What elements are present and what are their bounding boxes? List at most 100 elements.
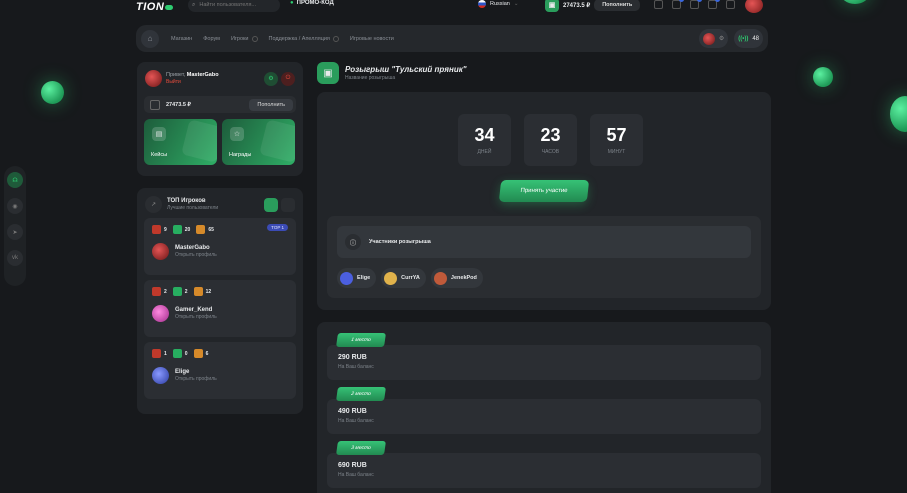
player-card[interactable]: 1 0 6 Elige Открыть профиль xyxy=(144,342,296,399)
online-count: 48 xyxy=(752,35,759,42)
stat-orange-icon xyxy=(196,225,206,234)
wallet-icon xyxy=(150,99,160,110)
player-card[interactable]: 9 20 65 TOP 1 MasterGabo Открыть профиль xyxy=(144,218,296,275)
case-art xyxy=(181,119,217,163)
mail-icon[interactable] xyxy=(726,0,735,9)
top-bar: TION ⌕ ● ПРОМО-КОД Russian ⌄ ▣ 27473.5 ₽… xyxy=(0,0,907,16)
profile-topup-button[interactable]: Пополнить xyxy=(249,98,293,111)
countdown-timer: 34 ДНЕЙ 23 ЧАСОВ 57 МИНУТ xyxy=(458,114,643,166)
stat-green-icon xyxy=(172,287,182,296)
prize-row: 690 RUB На Ваш баланс xyxy=(327,453,761,488)
decor-orb xyxy=(813,67,833,87)
logo[interactable]: TION xyxy=(136,1,174,13)
cart-icon[interactable] xyxy=(690,0,702,9)
participants-panel: ⓘ Участники розыгрыша Elige CurrYA Jenek… xyxy=(327,216,761,298)
logout-link[interactable]: Выйти xyxy=(166,79,219,85)
discord-icon[interactable]: ◉ xyxy=(7,198,23,214)
profile-balance-row: 27473.5 ₽ Пополнить xyxy=(144,96,296,113)
giveaway-header: ▣ Розыгрыш "Тульский пряник" Название ро… xyxy=(317,62,467,84)
participant-chip[interactable]: CurrYA xyxy=(381,268,426,288)
prize-note: На Ваш баланс xyxy=(338,364,374,370)
prize-note: На Ваш баланс xyxy=(338,418,374,424)
exit-icon[interactable]: ⏻ xyxy=(281,71,295,86)
stat-red-icon xyxy=(152,287,161,296)
profile-balance: 27473.5 ₽ xyxy=(166,101,191,108)
nav-item-players[interactable]: Игроки xyxy=(231,35,258,42)
participant-chip[interactable]: JenekPod xyxy=(430,268,483,288)
avatar[interactable] xyxy=(145,70,162,87)
main-nav: ⌂ Магазин Форум Игроки Поддержка / Апелл… xyxy=(136,25,768,52)
stat-red-icon xyxy=(152,225,161,234)
giveaway-card: 34 ДНЕЙ 23 ЧАСОВ 57 МИНУТ Принять участи… xyxy=(317,92,771,310)
language-selector[interactable]: Russian ⌄ xyxy=(478,0,518,8)
home-icon[interactable]: ⌂ xyxy=(141,29,159,48)
nav-item-support[interactable]: Поддержка / Апелляция xyxy=(269,35,339,42)
avatar xyxy=(152,367,169,384)
stat-red-icon xyxy=(152,349,161,358)
flag-icon xyxy=(478,0,486,8)
avatar[interactable] xyxy=(745,0,763,13)
top-badge: TOP 1 xyxy=(267,224,288,231)
search-box[interactable]: ⌕ xyxy=(188,0,280,12)
wallet-icon: ▣ xyxy=(545,0,559,12)
trophy-filter-button[interactable] xyxy=(264,197,278,212)
timer-days: 34 ДНЕЙ xyxy=(458,114,511,166)
stat-orange-icon xyxy=(193,287,203,296)
tile-label: Кейсы xyxy=(151,152,168,158)
open-profile-link[interactable]: Открыть профиль xyxy=(175,252,217,258)
search-input[interactable] xyxy=(199,2,270,8)
tile-cases[interactable]: ▤ Кейсы xyxy=(144,119,217,165)
chat-icon[interactable] xyxy=(654,0,663,9)
headset-icon[interactable]: ☊ xyxy=(7,172,23,188)
telegram-icon[interactable]: ➤ xyxy=(7,224,23,240)
chevron-down-icon: ⌄ xyxy=(513,1,519,7)
user-pill[interactable]: ⚙ xyxy=(698,29,729,48)
info-icon xyxy=(251,35,258,42)
avatar xyxy=(152,305,169,322)
notifications-icon[interactable] xyxy=(672,0,684,9)
nav-item-forum[interactable]: Форум xyxy=(203,36,220,42)
page-title: Розыгрыш "Тульский пряник" xyxy=(345,65,467,74)
profile-greeting: Привет, MasterGabo xyxy=(166,72,219,78)
promo-code-button[interactable]: ● ПРОМО-КОД xyxy=(290,0,334,6)
search-icon: ⌕ xyxy=(192,1,196,8)
top-players-subtitle: Лучшие пользователи xyxy=(167,205,219,211)
stat-orange-icon xyxy=(193,349,203,358)
top-players-card: ↗ ТОП Игроков Лучшие пользователи 9 20 6… xyxy=(137,188,303,414)
header-balance: ▣ 27473.5 ₽ Пополнить xyxy=(545,0,641,12)
join-giveaway-button[interactable]: Принять участие xyxy=(498,180,590,202)
avatar xyxy=(340,271,353,285)
nav-item-news[interactable]: Игровые новости xyxy=(350,36,394,42)
open-profile-link[interactable]: Открыть профиль xyxy=(175,314,217,320)
place-badge: 3 место xyxy=(336,441,386,455)
nav-item-shop[interactable]: Магазин xyxy=(171,36,192,42)
participant-chip[interactable]: Elige xyxy=(337,268,377,288)
player-card[interactable]: 2 2 12 Gamer_Kend Открыть профиль xyxy=(144,280,296,337)
vk-icon[interactable]: vk xyxy=(7,250,23,266)
profile-name[interactable]: MasterGabo xyxy=(187,72,219,78)
tile-rewards[interactable]: ☆ Награды xyxy=(222,119,295,165)
chart-icon: ↗ xyxy=(145,196,162,213)
prize-amount: 690 RUB xyxy=(338,462,367,469)
reward-art xyxy=(259,119,295,163)
settings-icon[interactable] xyxy=(708,0,720,9)
prize-amount: 490 RUB xyxy=(338,408,367,415)
tile-label: Награды xyxy=(229,152,252,158)
prize-row: 490 RUB На Ваш баланс xyxy=(327,399,761,434)
open-profile-link[interactable]: Открыть профиль xyxy=(175,376,217,382)
topup-button[interactable]: Пополнить xyxy=(594,0,641,11)
stat-green-icon xyxy=(172,225,182,234)
settings-icon[interactable]: ⚙ xyxy=(264,71,278,86)
avatar xyxy=(152,243,169,260)
prize-amount: 290 RUB xyxy=(338,354,367,361)
player-name: Gamer_Kend xyxy=(175,307,213,313)
online-icon: ((•)) xyxy=(738,35,749,42)
avatar xyxy=(433,271,447,285)
star-icon: ☆ xyxy=(230,127,244,141)
social-rail: ☊ ◉ ➤ vk xyxy=(4,166,26,286)
avatar xyxy=(384,271,398,285)
avatar xyxy=(702,32,715,45)
gift-icon: ▣ xyxy=(317,62,339,84)
filter-button[interactable] xyxy=(281,197,295,212)
decor-orb xyxy=(890,96,907,132)
